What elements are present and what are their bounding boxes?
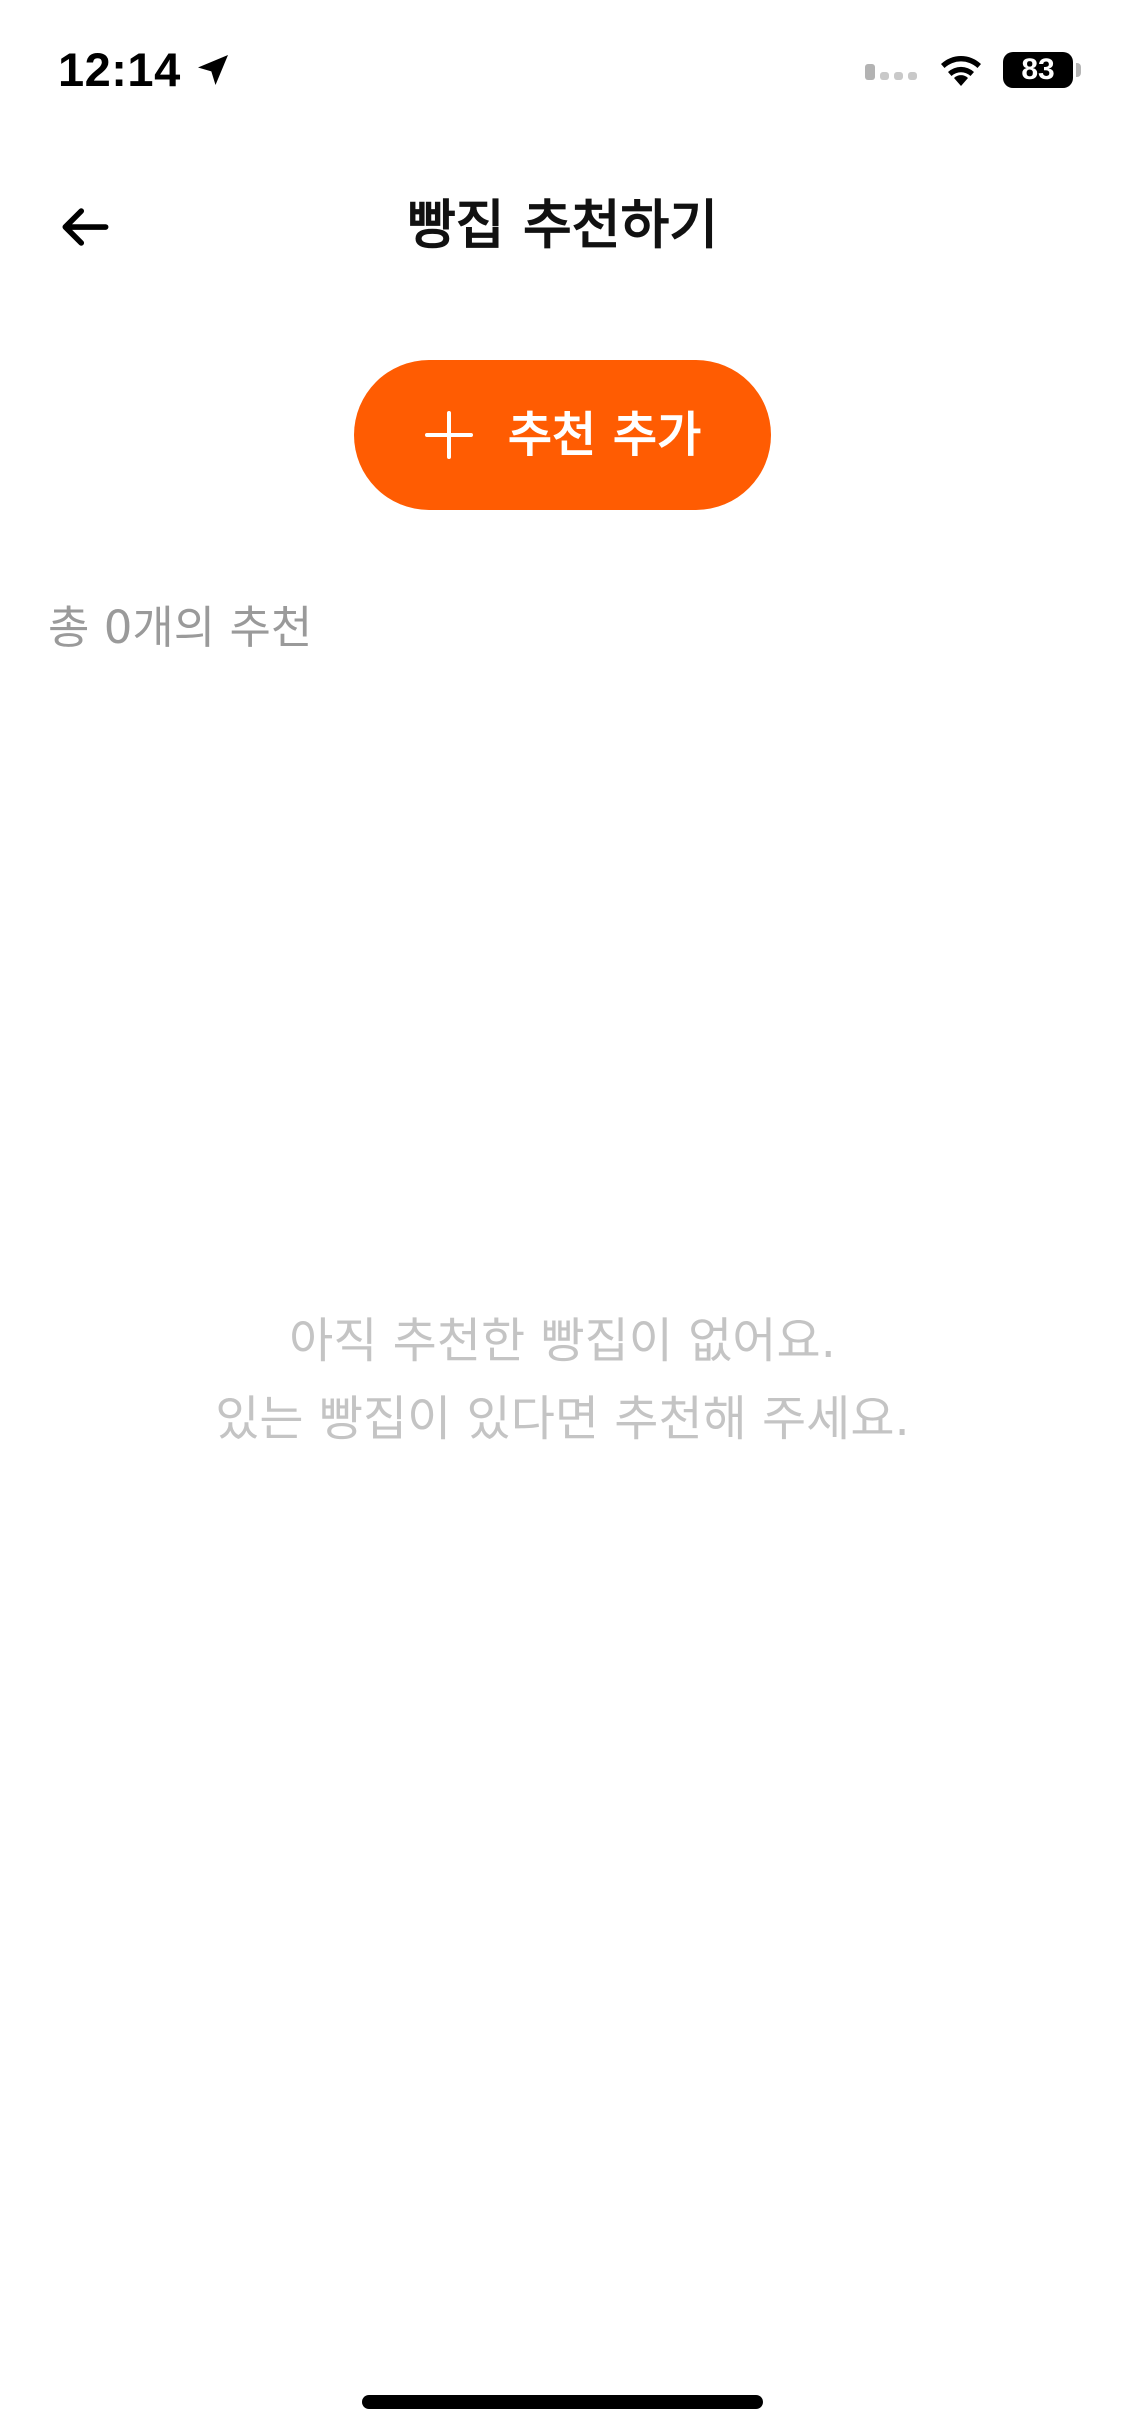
battery-tip — [1076, 63, 1081, 77]
status-time-group: 12:14 — [58, 40, 233, 100]
status-time: 12:14 — [58, 43, 181, 96]
empty-state-line-2: 있는 빵집이 있다면 추천해 주세요. — [215, 1391, 910, 1447]
status-indicators: 83 — [865, 48, 1081, 92]
battery-icon: 83 — [1003, 52, 1073, 88]
empty-state-line-1: 아직 추천한 빵집이 없어요. — [289, 1313, 836, 1369]
home-indicator[interactable] — [362, 2395, 763, 2409]
battery-level: 83 — [1021, 53, 1055, 86]
plus-icon — [424, 411, 473, 459]
location-arrow-icon — [193, 50, 233, 90]
cellular-signal-icon — [865, 58, 921, 82]
empty-state-message: 아직 추천한 빵집이 없어요. 있는 빵집이 있다면 추천해 주세요. — [0, 1302, 1125, 1458]
add-recommendation-button[interactable]: 추천 추가 — [354, 360, 771, 510]
page-title: 빵집 추천하기 — [406, 195, 718, 256]
status-bar: 12:14 83 — [0, 0, 1125, 140]
wifi-icon — [937, 52, 985, 88]
nav-bar: 빵집 추천하기 — [0, 170, 1125, 280]
add-recommendation-label: 추천 추가 — [507, 407, 702, 463]
recommendation-count: 총 0개의 추천 — [48, 601, 313, 654]
